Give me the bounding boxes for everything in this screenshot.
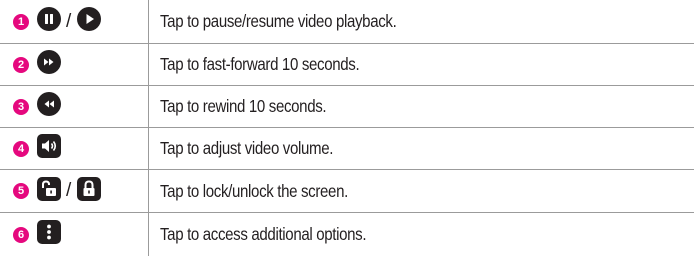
rewind-icon — [37, 92, 61, 121]
step-number-badge: 1 — [13, 13, 29, 30]
separator-slash: / — [66, 180, 72, 201]
table-row: 4 Tap to adjust video volume. — [0, 127, 694, 170]
row-description: Tap to rewind 10 seconds. — [159, 96, 327, 116]
row-description: Tap to lock/unlock the screen. — [159, 180, 348, 201]
description-cell: Tap to adjust video volume. — [148, 127, 694, 170]
icon-cell: 6 — [0, 212, 149, 256]
video-controls-table: 1 / Tap to pause/resume video playback. … — [0, 0, 694, 256]
row-description: Tap to pause/resume video playback. — [159, 11, 397, 31]
volume-icon — [37, 134, 61, 163]
step-number-badge: 4 — [13, 140, 29, 157]
icon-cell: 4 — [0, 127, 149, 170]
table-row: 6 Tap to access additional options. — [0, 212, 694, 256]
description-cell: Tap to rewind 10 seconds. — [148, 85, 694, 128]
description-cell: Tap to pause/resume video playback. — [148, 0, 694, 44]
step-number-badge: 5 — [13, 183, 29, 199]
step-number-badge: 3 — [13, 98, 29, 115]
step-number-badge: 6 — [13, 226, 29, 243]
unlock-icon — [37, 176, 61, 206]
pause-icon — [37, 7, 61, 36]
icon-cell: 5 / — [0, 169, 149, 213]
table-row: 3 Tap to rewind 10 seconds. — [0, 85, 694, 128]
step-number-badge: 2 — [13, 56, 29, 73]
separator-slash: / — [66, 10, 72, 32]
icon-cell: 1 / — [0, 0, 149, 44]
lock-icon — [77, 176, 102, 206]
more-options-icon — [37, 220, 61, 249]
row-description: Tap to access additional options. — [159, 224, 367, 244]
description-cell: Tap to access additional options. — [148, 212, 694, 256]
description-cell: Tap to lock/unlock the screen. — [148, 169, 694, 213]
play-icon — [77, 7, 102, 36]
fast-forward-icon — [37, 50, 61, 79]
row-description: Tap to fast-forward 10 seconds. — [159, 54, 360, 74]
icon-cell: 3 — [0, 85, 149, 128]
table-row: 1 / Tap to pause/resume video playback. — [0, 0, 694, 44]
table-row: 2 Tap to fast-forward 10 seconds. — [0, 43, 694, 86]
table-row: 5 / Tap to lock/unlock the screen. — [0, 169, 694, 213]
row-description: Tap to adjust video volume. — [159, 138, 333, 158]
description-cell: Tap to fast-forward 10 seconds. — [148, 43, 694, 86]
icon-cell: 2 — [0, 43, 149, 86]
